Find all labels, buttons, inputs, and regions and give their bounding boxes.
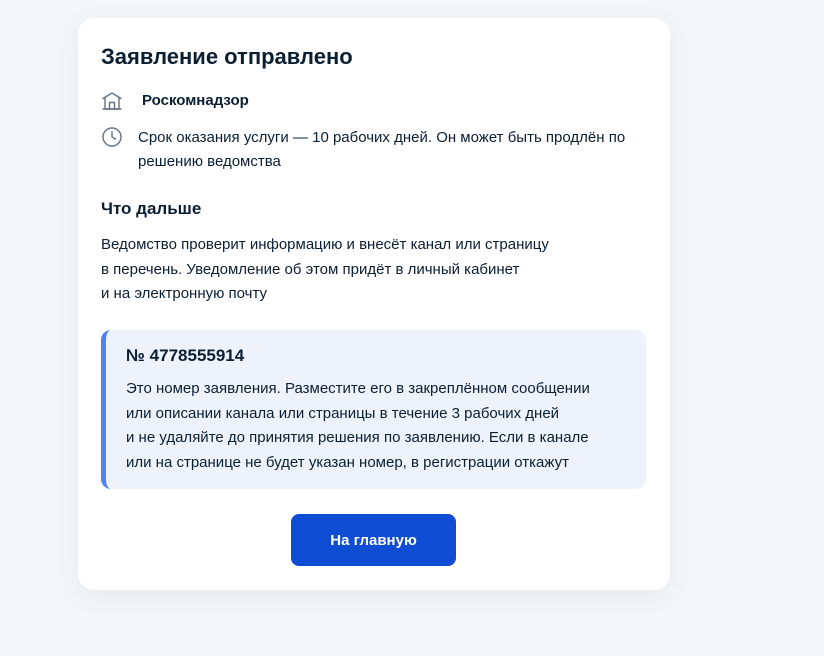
building-icon bbox=[102, 92, 122, 110]
application-sent-card: Заявление отправлено Роскомнадзор Срок о… bbox=[78, 18, 670, 590]
clock-icon bbox=[102, 127, 122, 147]
application-number: № 4778555914 bbox=[126, 346, 245, 365]
organization-name: Роскомнадзор bbox=[142, 92, 249, 109]
notice-line: и не удаляйте до принятия решения по зая… bbox=[126, 429, 589, 446]
notice-line: Это номер заявления. Разместите его в за… bbox=[126, 380, 590, 397]
next-steps-line: в перечень. Уведомление об этом придёт в… bbox=[101, 260, 520, 278]
service-term-text: Срок оказания услуги — 10 рабочих дней. … bbox=[138, 129, 626, 170]
organization-row: Роскомнадзор bbox=[101, 90, 249, 112]
next-steps-line: и на электронную почту bbox=[101, 285, 268, 302]
next-steps-text: Ведомство проверит информацию и внесёт к… bbox=[101, 233, 549, 307]
notice-line: или описании канала или страницы в течен… bbox=[126, 404, 560, 422]
next-steps-heading: Что дальше bbox=[101, 199, 202, 218]
next-steps-line: Ведомство проверит информацию и внесёт к… bbox=[101, 236, 549, 253]
notice-line: или на странице не будет указан номер, в… bbox=[126, 453, 569, 471]
application-number-notice: № 4778555914 Это номер заявления. Размес… bbox=[101, 330, 646, 489]
page-title: Заявление отправлено bbox=[101, 44, 353, 69]
home-button[interactable]: На главную bbox=[291, 514, 456, 566]
service-term-row: Срок оказания услуги — 10 рабочих дней. … bbox=[101, 126, 648, 174]
notice-text: Это номер заявления. Разместите его в за… bbox=[126, 377, 590, 475]
